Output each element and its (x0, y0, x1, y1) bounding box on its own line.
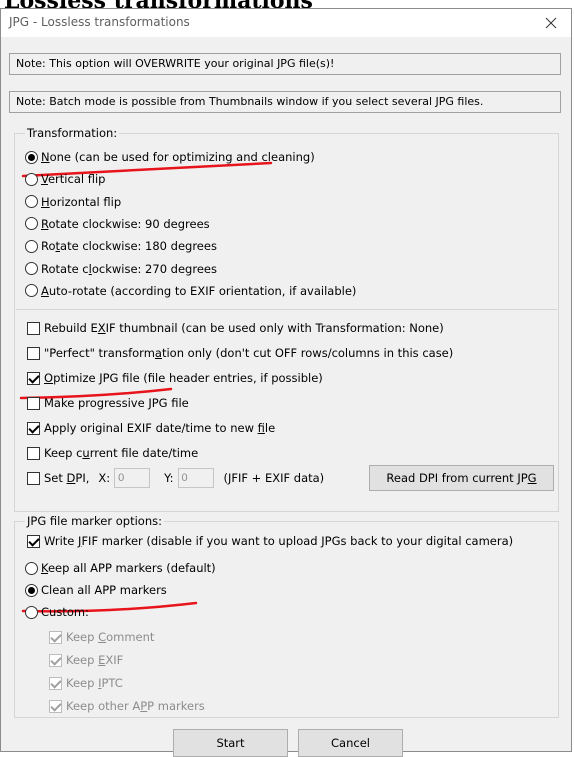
close-button[interactable] (531, 9, 571, 37)
keep-file-date-row[interactable]: Keep current file date/time (27, 443, 198, 463)
transform-rotate-270-row[interactable]: Rotate clockwise: 270 degrees (25, 259, 217, 279)
lossless-transformations-dialog: JPG - Lossless transformations Note: Thi… (0, 8, 572, 757)
keep-other-app-row[interactable]: Keep other APP markers (49, 696, 205, 716)
transform-horizontal-flip-radio[interactable] (25, 195, 38, 209)
apply-exif-date-label: Apply original EXIF date/time to new fil… (44, 421, 276, 435)
transform-vertical-flip-radio[interactable] (25, 172, 38, 186)
transform-auto-rotate-radio[interactable] (25, 284, 38, 298)
write-jfif-row[interactable]: Write JFIF marker (disable if you want t… (27, 531, 513, 551)
perfect-transformation-label: "Perfect" transformation only (don't cut… (44, 346, 454, 360)
overwrite-note: Note: This option will OVERWRITE your or… (9, 53, 561, 75)
transform-rotate-180-radio[interactable] (25, 239, 38, 253)
transform-auto-rotate-label: Auto-rotate (according to EXIF orientati… (41, 283, 357, 298)
transform-rotate-270-label: Rotate clockwise: 270 degrees (41, 261, 217, 276)
dialog-title: JPG - Lossless transformations (9, 15, 190, 29)
set-dpi-checkbox[interactable] (27, 471, 40, 485)
keep-file-date-label: Keep current file date/time (44, 446, 199, 460)
keep-other-app-checkbox[interactable] (49, 699, 62, 713)
optimize-jpg-checkbox[interactable] (27, 371, 40, 385)
set-dpi-label: Set DPI, (44, 471, 90, 485)
write-jfif-label: Write JFIF marker (disable if you want t… (44, 534, 514, 548)
keep-file-date-checkbox[interactable] (27, 446, 40, 460)
keep-exif-row[interactable]: Keep EXIF (49, 650, 123, 670)
read-dpi-button[interactable]: Read DPI from current JP G (369, 465, 554, 491)
perfect-transformation-checkbox[interactable] (27, 346, 40, 360)
batch-mode-note: Note: Batch mode is possible from Thumbn… (9, 91, 561, 113)
keep-exif-checkbox[interactable] (49, 653, 62, 667)
perfect-transformation-row[interactable]: "Perfect" transformation only (don't cut… (27, 343, 453, 363)
keep-iptc-checkbox[interactable] (49, 676, 62, 690)
transform-rotate-180-row[interactable]: Rotate clockwise: 180 degrees (25, 236, 217, 256)
keep-comment-checkbox[interactable] (49, 630, 62, 644)
transform-rotate-90-label: Rotate clockwise: 90 degrees (41, 216, 210, 231)
apply-exif-date-row[interactable]: Apply original EXIF date/time to new fil… (27, 418, 275, 438)
dpi-x-input[interactable] (114, 468, 151, 488)
keep-comment-label: Keep Comment (66, 630, 155, 644)
keep-exif-label: Keep EXIF (66, 653, 124, 667)
keep-iptc-label: Keep IPTC (66, 676, 123, 690)
transform-rotate-90-radio[interactable] (25, 217, 38, 231)
optimize-jpg-row[interactable]: Optimize JPG file (file header entries, … (27, 368, 323, 388)
transform-none-label: None (can be used for optimizing and cle… (41, 150, 315, 164)
make-progressive-row[interactable]: Make progressive JPG file (27, 393, 189, 413)
apply-exif-date-checkbox[interactable] (27, 421, 40, 435)
transform-rotate-180-label: Rotate clockwise: 180 degrees (41, 239, 217, 254)
clean-all-app-radio[interactable] (25, 583, 38, 597)
dpi-x-label: X: (98, 471, 111, 485)
keep-all-app-row[interactable]: Keep all APP markers (default) (25, 558, 216, 578)
transform-horizontal-flip-row[interactable]: Horizontal flip (25, 192, 121, 212)
keep-all-app-radio[interactable] (25, 561, 38, 575)
custom-markers-label: Custom: (41, 605, 89, 619)
make-progressive-checkbox[interactable] (27, 396, 40, 410)
title-bar: JPG - Lossless transformations (1, 9, 571, 37)
optimize-jpg-label: Optimize JPG file (file header entries, … (44, 371, 323, 385)
transform-none-radio[interactable] (25, 150, 38, 164)
transform-none-row[interactable]: None (can be used for optimizing and cle… (25, 147, 315, 167)
write-jfif-checkbox[interactable] (27, 534, 40, 548)
custom-markers-radio[interactable] (25, 605, 38, 619)
set-dpi-row: Set DPI, X: Y: (JFIF + EXIF data) (27, 468, 324, 488)
rebuild-exif-thumbnail-row[interactable]: Rebuild EXIF thumbnail (can be used only… (27, 318, 444, 338)
keep-other-app-label: Keep other APP markers (66, 699, 205, 713)
transform-vertical-flip-row[interactable]: Vertical flip (25, 169, 105, 189)
transform-vertical-flip-label: Vertical flip (41, 172, 106, 187)
keep-all-app-label: Keep all APP markers (default) (41, 561, 216, 575)
transform-rotate-90-row[interactable]: Rotate clockwise: 90 degrees (25, 214, 210, 234)
transform-auto-rotate-row[interactable]: Auto-rotate (according to EXIF orientati… (25, 281, 356, 301)
make-progressive-label: Make progressive JPG file (44, 396, 189, 410)
custom-markers-row[interactable]: Custom: (25, 602, 89, 622)
group-separator (16, 309, 557, 310)
rebuild-exif-thumbnail-label: Rebuild EXIF thumbnail (can be used only… (44, 321, 444, 335)
transform-rotate-270-radio[interactable] (25, 262, 38, 275)
close-icon (545, 17, 557, 29)
rebuild-exif-thumbnail-checkbox[interactable] (27, 321, 40, 335)
transform-horizontal-flip-label: Horizontal flip (41, 194, 122, 209)
keep-comment-row[interactable]: Keep Comment (49, 627, 154, 647)
marker-options-label: JPG file marker options: (25, 514, 164, 528)
dpi-y-label: Y: (164, 471, 174, 485)
clean-all-app-row[interactable]: Clean all APP markers (25, 580, 167, 600)
transformation-label: Transformation: (25, 126, 120, 140)
dpi-y-input[interactable] (177, 468, 214, 488)
clean-all-app-label: Clean all APP markers (41, 583, 167, 597)
keep-iptc-row[interactable]: Keep IPTC (49, 673, 123, 693)
dpi-suffix: (JFIF + EXIF data) (223, 471, 325, 485)
